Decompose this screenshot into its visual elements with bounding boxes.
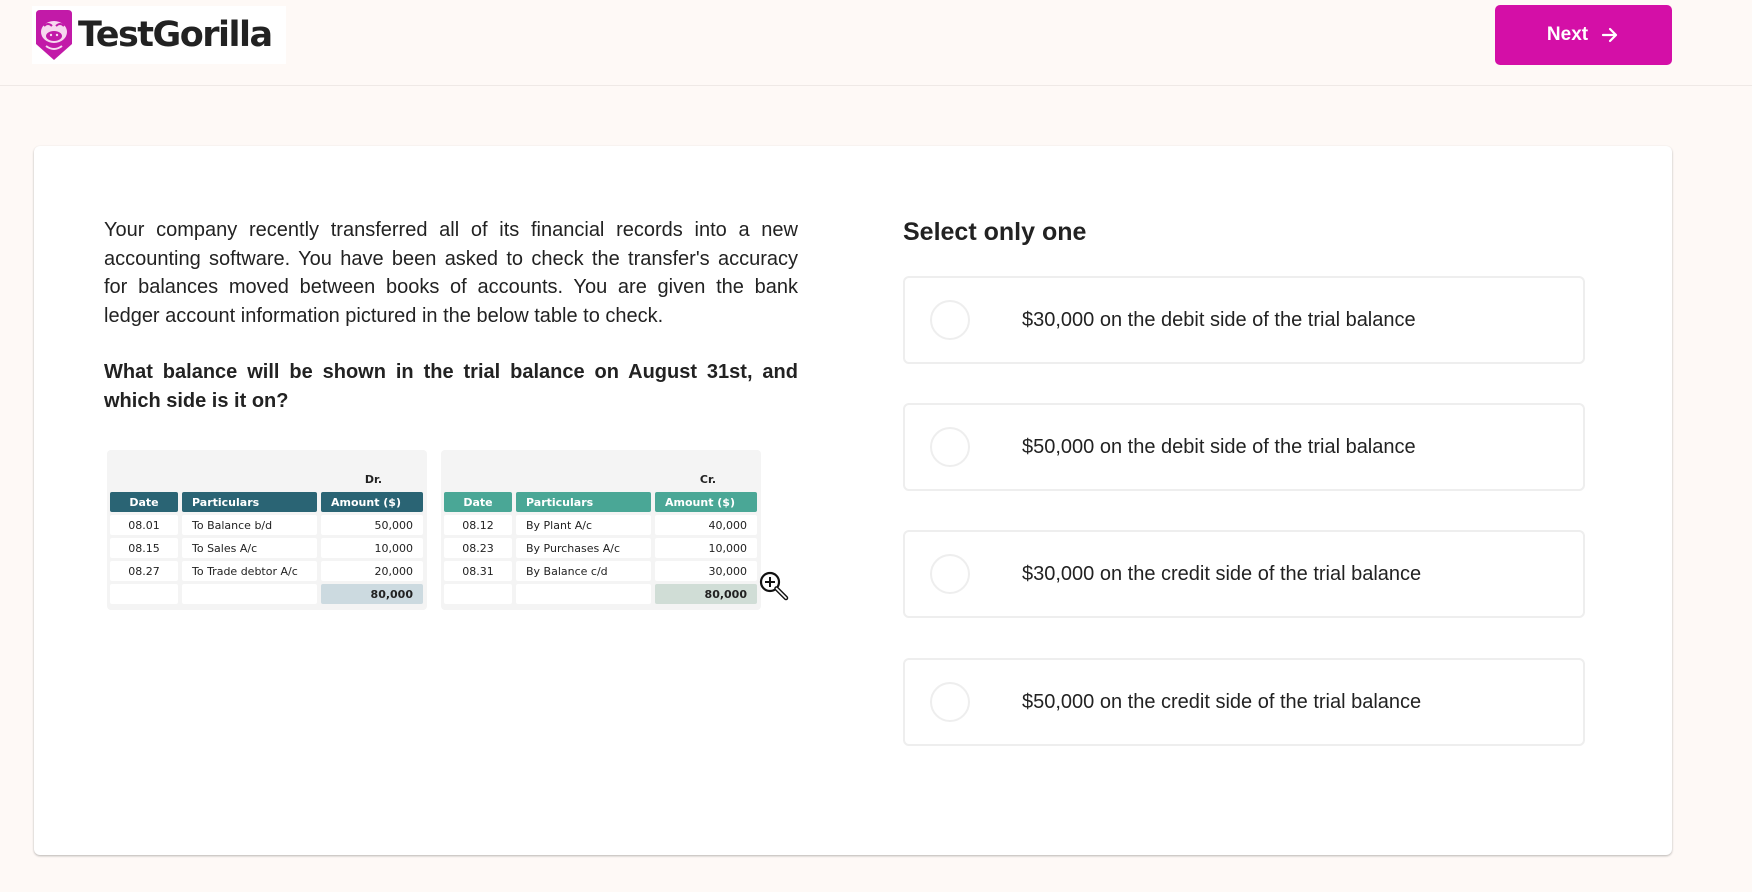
particulars-cell: To Sales A/c — [182, 538, 317, 558]
logo-text: TestGorilla — [78, 15, 273, 55]
column-header: Date — [110, 492, 178, 512]
credit-total: 80,000 — [655, 584, 757, 604]
amount-cell: 40,000 — [655, 515, 757, 535]
particulars-cell: By Plant A/c — [516, 515, 651, 535]
debit-header-row: Date Particulars Amount ($) — [110, 492, 424, 512]
amount-cell: 50,000 — [321, 515, 423, 535]
next-label: Next — [1546, 24, 1589, 45]
table-row: 08.27 To Trade debtor A/c 20,000 — [110, 561, 424, 581]
particulars-cell: By Purchases A/c — [516, 538, 651, 558]
table-row: 08.15 To Sales A/c 10,000 — [110, 538, 424, 558]
answer-option[interactable]: $30,000 on the credit side of the trial … — [903, 530, 1585, 618]
radio-button[interactable] — [930, 682, 970, 722]
empty-cell — [516, 584, 651, 604]
amount-cell: 30,000 — [655, 561, 757, 581]
column-header: Date — [444, 492, 512, 512]
answer-option[interactable]: $30,000 on the debit side of the trial b… — [903, 276, 1585, 364]
date-cell: 08.15 — [110, 538, 178, 558]
testgorilla-logo[interactable]: TestGorilla — [32, 6, 286, 64]
total-row: 80,000 — [110, 584, 424, 604]
gorilla-icon — [36, 10, 72, 60]
table-row: 08.12 By Plant A/c 40,000 — [444, 515, 758, 535]
next-button[interactable]: Next — [1495, 5, 1672, 65]
debit-side: Dr. Date Particulars Amount ($) 08.01 To… — [107, 450, 427, 610]
empty-cell — [182, 584, 317, 604]
amount-cell: 20,000 — [321, 561, 423, 581]
table-row: 08.23 By Purchases A/c 10,000 — [444, 538, 758, 558]
question-text: Your company recently transferred all of… — [104, 216, 798, 416]
table-row: 08.01 To Balance b/d 50,000 — [110, 515, 424, 535]
date-cell: 08.12 — [444, 515, 512, 535]
column-header: Particulars — [516, 492, 651, 512]
table-row: 08.31 By Balance c/d 30,000 — [444, 561, 758, 581]
credit-header-row: Date Particulars Amount ($) — [444, 492, 758, 512]
particulars-cell: By Balance c/d — [516, 561, 651, 581]
credit-label: Cr. — [699, 473, 716, 486]
date-cell: 08.01 — [110, 515, 178, 535]
arrow-right-icon — [1601, 27, 1618, 43]
answer-label: $50,000 on the debit side of the trial b… — [1022, 435, 1416, 458]
answer-option[interactable]: $50,000 on the credit side of the trial … — [903, 658, 1585, 746]
amount-cell: 10,000 — [321, 538, 423, 558]
question-intro: Your company recently transferred all of… — [104, 219, 798, 327]
particulars-cell: To Balance b/d — [182, 515, 317, 535]
answer-instructions: Select only one — [903, 218, 1087, 246]
answer-label: $30,000 on the debit side of the trial b… — [1022, 308, 1416, 331]
debit-label: Dr. — [364, 473, 382, 486]
credit-side: Cr. Date Particulars Amount ($) 08.12 By… — [441, 450, 761, 610]
answer-label: $30,000 on the credit side of the trial … — [1022, 562, 1422, 585]
date-cell: 08.23 — [444, 538, 512, 558]
empty-cell — [110, 584, 178, 604]
particulars-cell: To Trade debtor A/c — [182, 561, 317, 581]
date-cell: 08.31 — [444, 561, 512, 581]
column-header: Amount ($) — [655, 492, 757, 512]
top-bar: TestGorilla Next — [0, 0, 1752, 86]
radio-button[interactable] — [930, 554, 970, 594]
radio-button[interactable] — [930, 427, 970, 467]
date-cell: 08.27 — [110, 561, 178, 581]
amount-cell: 10,000 — [655, 538, 757, 558]
radio-button[interactable] — [930, 300, 970, 340]
empty-cell — [444, 584, 512, 604]
column-header: Particulars — [182, 492, 317, 512]
answer-option[interactable]: $50,000 on the debit side of the trial b… — [903, 403, 1585, 491]
column-header: Amount ($) — [321, 492, 423, 512]
question-prompt: What balance will be shown in the trial … — [104, 361, 798, 412]
answer-label: $50,000 on the credit side of the trial … — [1022, 690, 1422, 713]
ledger-image[interactable]: Dr. Date Particulars Amount ($) 08.01 To… — [107, 450, 762, 610]
debit-total: 80,000 — [321, 584, 423, 604]
zoom-in-icon[interactable] — [758, 570, 790, 602]
total-row: 80,000 — [444, 584, 758, 604]
